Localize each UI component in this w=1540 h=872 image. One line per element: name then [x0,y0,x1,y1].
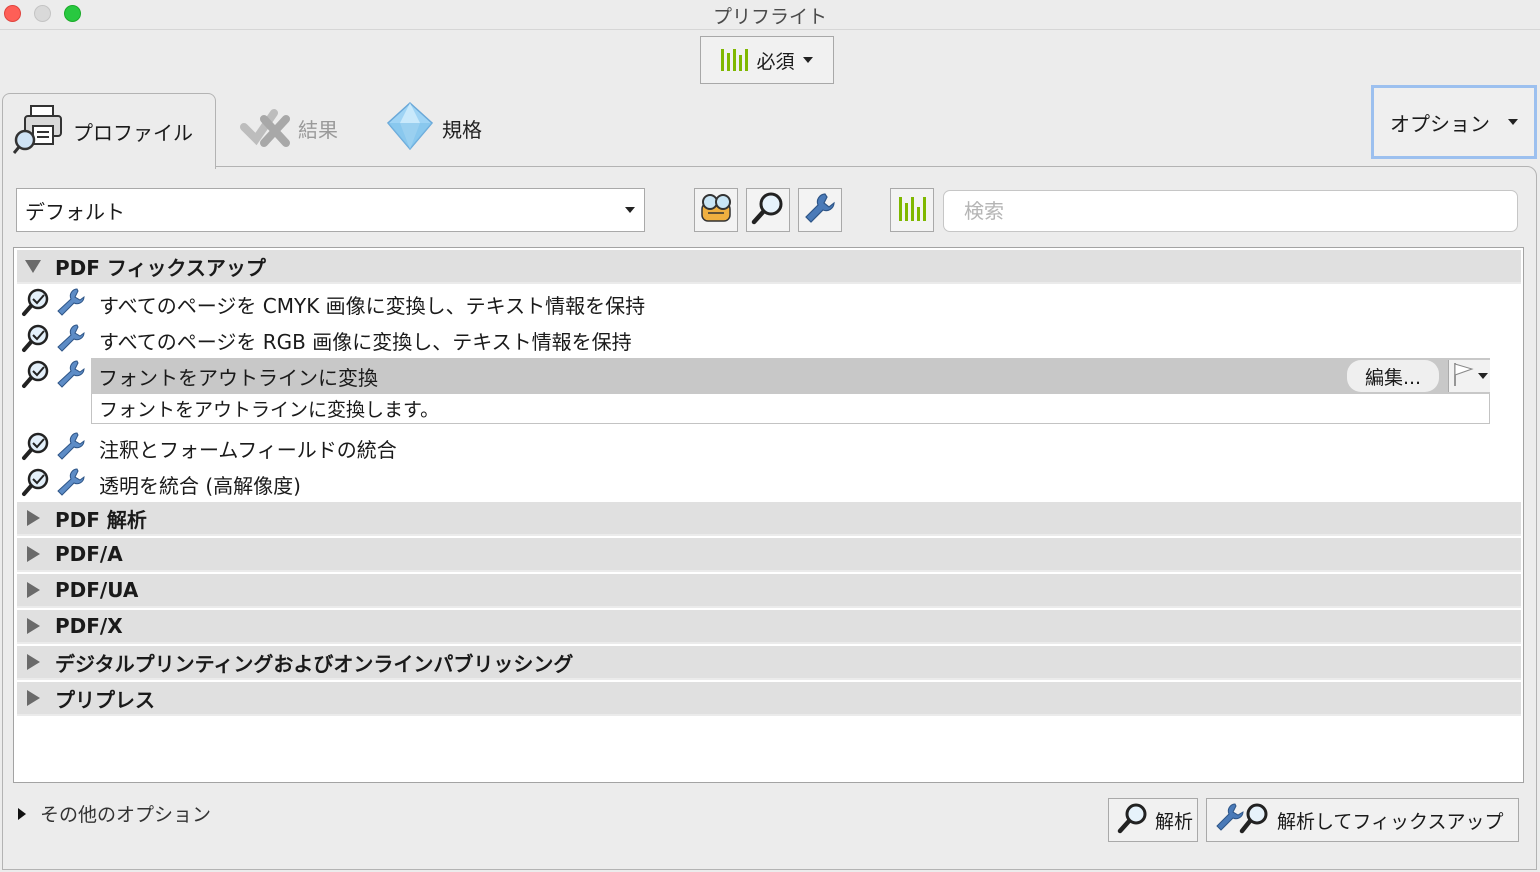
disclosure-collapsed-icon[interactable] [27,690,40,706]
chevron-down-icon [1477,373,1488,379]
disclosure-collapsed-icon[interactable] [27,546,40,562]
group-label: PDF/X [55,614,123,638]
wrench-icon [803,191,837,229]
group-label: PDF/UA [55,578,139,602]
requirement-label: 必須 [756,50,795,73]
tab-results[interactable]: 結果 [240,98,338,158]
wrench-magnifier-icon [1215,802,1271,839]
check-magnifier-icon [21,431,51,466]
flag-icon [1452,361,1474,392]
wrench-icon [55,431,87,466]
goggles-icon [698,191,734,229]
group-pdf-a[interactable]: PDF/A [17,538,1521,572]
requirement-filter-button[interactable] [890,188,934,232]
tab-standards[interactable]: 規格 [386,98,482,158]
bar-chart-icon [898,197,926,221]
group-digital-printing[interactable]: デジタルプリンティングおよびオンラインパブリッシング [17,646,1521,680]
analyze-button[interactable]: 解析 [1108,798,1198,842]
more-options-label: その他のオプション [40,804,212,826]
check-magnifier-icon [21,323,51,358]
group-label: デジタルプリンティングおよびオンラインパブリッシング [55,651,574,676]
group-label: プリプレス [55,687,155,712]
chevron-down-icon [1508,119,1518,125]
results-icon [240,103,290,154]
list-item[interactable]: 透明を統合 (高解像度) [17,466,1521,502]
tab-results-label: 結果 [298,117,338,142]
check-magnifier-icon [21,287,51,322]
item-label: すべてのページを CMYK 画像に変換し、テキスト情報を保持 [99,293,646,318]
group-label: PDF フィックスアップ [55,255,266,280]
group-pdf-ua[interactable]: PDF/UA [17,574,1521,608]
profile-library-select[interactable]: デフォルト [16,188,645,232]
profile-library-value: デフォルト [25,199,125,224]
disclosure-collapsed-icon [18,807,26,820]
options-label: オプション [1390,111,1490,136]
analyze-label: 解析 [1155,810,1194,833]
list-item[interactable]: すべてのページを CMYK 画像に変換し、テキスト情報を保持 [17,286,1521,322]
window-title: プリフライト [712,6,827,28]
edit-button[interactable]: 編集... [1347,360,1439,392]
search-input[interactable] [943,190,1518,232]
profile-tree: PDF フィックスアップ すべてのページを CMYK 画像に変換し、テキスト情報… [13,247,1524,783]
wrench-icon [55,467,87,502]
list-item[interactable]: 注釈とフォームフィールドの統合 [17,430,1521,466]
analyze-and-fixup-button[interactable]: 解析してフィックスアップ [1206,798,1519,842]
magnifier-icon [1117,802,1149,839]
options-button[interactable]: オプション [1371,85,1537,159]
flag-menu-button[interactable] [1448,360,1490,392]
tab-profiles-label: プロファイル [73,121,193,145]
item-description: フォントをアウトラインに変換します。 [91,394,1490,424]
tab-strip: プロファイル 結果 規格 [0,90,1540,169]
check-magnifier-icon [21,467,51,502]
disclosure-expanded-icon[interactable] [25,259,41,273]
group-pdf-x[interactable]: PDF/X [17,610,1521,644]
group-label: PDF 解析 [55,507,147,532]
disclosure-collapsed-icon[interactable] [27,654,40,670]
wrench-icon [55,323,87,358]
disclosure-collapsed-icon[interactable] [27,582,40,598]
chevron-down-icon [625,207,635,213]
title-bar: プリフライト [0,0,1540,30]
analysis-filter-button[interactable] [746,188,790,232]
profile-view-button[interactable] [694,188,738,232]
disclosure-collapsed-icon[interactable] [27,618,40,634]
more-options-toggle[interactable]: その他のオプション [18,800,211,827]
check-magnifier-icon [21,359,51,394]
item-label: フォントをアウトラインに変換 [98,365,378,390]
magnifier-icon [751,191,785,229]
requirement-dropdown[interactable]: 必須 [700,36,834,84]
analyze-fixup-label: 解析してフィックスアップ [1277,810,1504,833]
item-label: すべてのページを RGB 画像に変換し、テキスト情報を保持 [99,329,632,354]
group-label: PDF/A [55,542,123,566]
list-item[interactable]: すべてのページを RGB 画像に変換し、テキスト情報を保持 [17,322,1521,358]
printer-magnifier-icon [12,104,65,159]
group-prepress[interactable]: プリプレス [17,682,1521,716]
chevron-down-icon [802,57,813,63]
diamond-icon [386,101,434,156]
group-pdf-fixup[interactable]: PDF フィックスアップ [17,250,1521,284]
group-pdf-analysis[interactable]: PDF 解析 [17,502,1521,536]
tab-profiles[interactable]: プロファイル [2,93,216,169]
wrench-icon [55,287,87,322]
bar-chart-icon [721,49,749,71]
disclosure-collapsed-icon[interactable] [27,510,40,526]
fixup-filter-button[interactable] [798,188,842,232]
item-label: 透明を統合 (高解像度) [99,473,301,498]
wrench-icon [55,359,87,394]
selected-item-bar[interactable]: フォントをアウトラインに変換 編集... [91,358,1490,394]
tab-standards-label: 規格 [442,117,482,142]
item-label: 注釈とフォームフィールドの統合 [99,437,397,462]
